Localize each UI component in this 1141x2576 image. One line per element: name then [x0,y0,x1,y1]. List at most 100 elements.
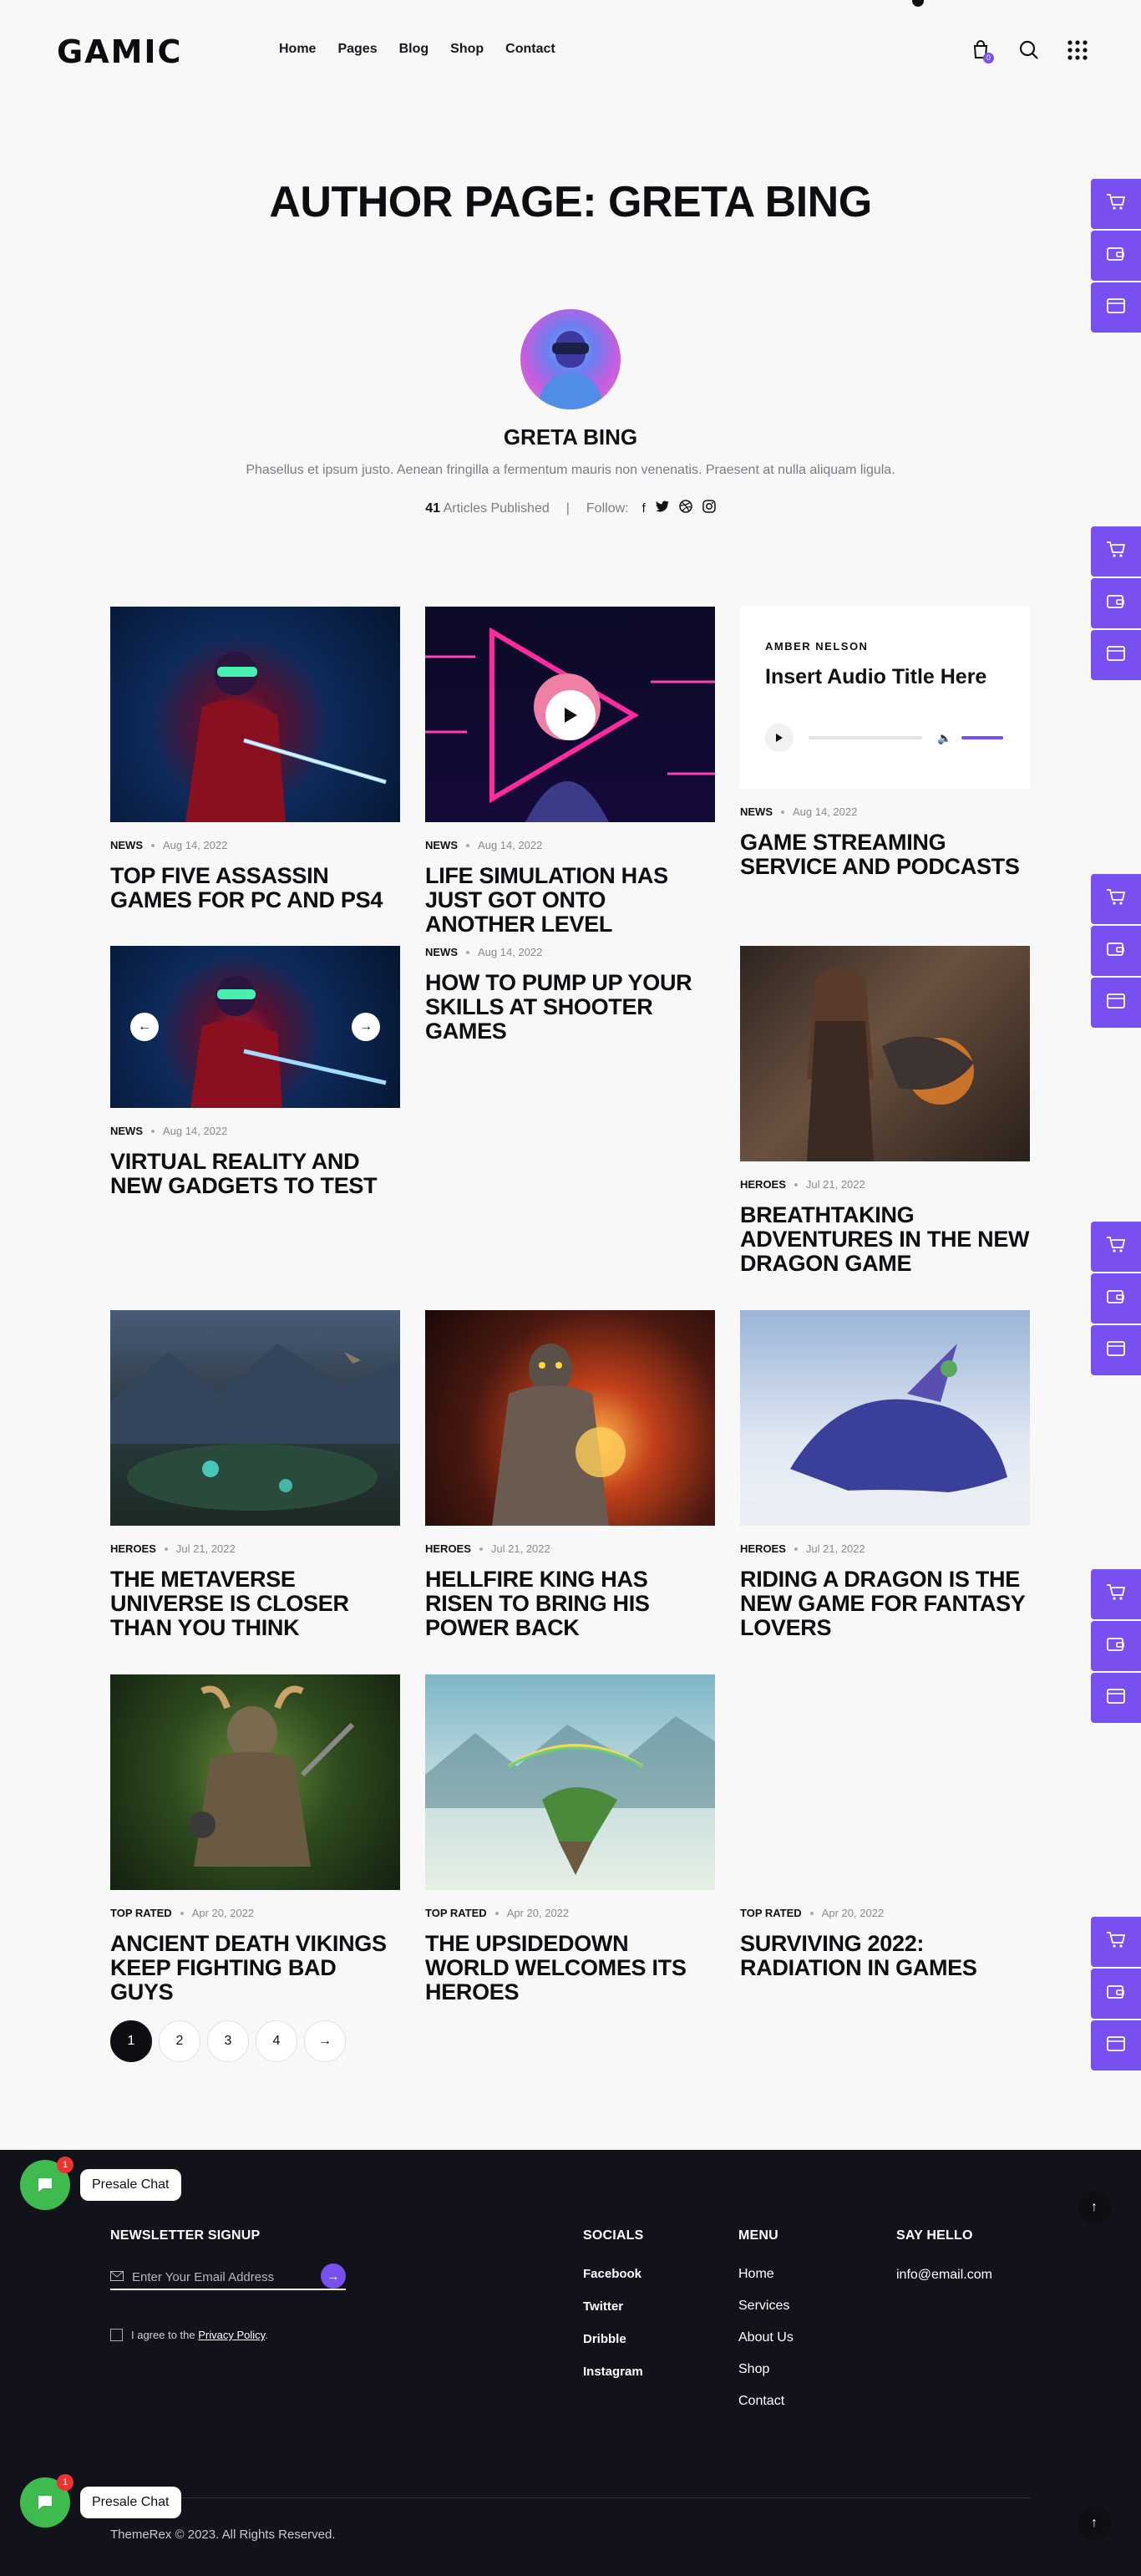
post-card[interactable]: News Aug 14, 2022 Life Simulation Has Jus… [425,607,715,937]
nav-contact[interactable]: Contact [505,42,555,57]
social-facebook-link[interactable]: Facebook [583,2267,643,2281]
nav-blog[interactable]: Blog [399,42,429,57]
post-title[interactable]: Life Simulation Has Just Got Onto Anothe… [425,864,715,937]
post-thumbnail[interactable] [110,607,400,822]
gallery-next-button[interactable]: → [352,1013,380,1041]
post-thumbnail[interactable] [740,1310,1030,1526]
side-cart-button[interactable] [1091,874,1141,924]
post-title[interactable]: Top Five Assassin Games for PC and PS4 [110,864,400,912]
post-card[interactable]: Top Rated Apr 20, 2022 The Upsidedown Wor… [425,1674,715,2004]
post-title[interactable]: Surviving 2022: Radiation in Games [740,1932,1030,1980]
side-wallet-button[interactable] [1091,1621,1141,1671]
post-category[interactable]: Heroes [110,1542,156,1555]
post-card[interactable]: Top Rated Apr 20, 2022 Surviving 2022: Ra… [740,1674,1030,1992]
post-category[interactable]: Heroes [425,1542,471,1555]
post-title[interactable]: Game Streaming Service and Podcasts [740,831,1030,879]
search-icon[interactable] [1017,38,1041,62]
privacy-checkbox[interactable] [110,2329,123,2341]
side-browser-button[interactable] [1091,630,1141,680]
volume-icon[interactable]: 🔈 [937,731,951,745]
post-thumbnail[interactable] [425,1310,715,1526]
chat-bubble-button[interactable]: 1 [20,2474,74,2528]
post-card[interactable]: Heroes Jul 21, 2022 Hellfire King Has Ris… [425,1310,715,1644]
grid-menu-icon[interactable] [1066,38,1089,62]
page-2-button[interactable]: 2 [159,2020,200,2062]
play-video-button[interactable] [545,690,596,740]
social-twitter-link[interactable]: Twitter [583,2299,643,2314]
page-1-button[interactable]: 1 [110,2020,152,2062]
side-browser-button[interactable] [1091,1325,1141,1375]
post-category[interactable]: News [425,946,458,958]
next-page-button[interactable]: → [304,2020,346,2062]
post-category[interactable]: News [110,1125,143,1137]
footer-menu-home[interactable]: Home [738,2267,794,2282]
post-card[interactable]: Heroes Jul 21, 2022 The Metaverse Univers… [110,1310,400,1644]
post-thumbnail[interactable] [740,946,1030,1161]
contact-email-link[interactable]: info@email.com [896,2268,992,2283]
back-to-top-button[interactable]: ↑ [1078,2191,1111,2224]
post-title[interactable]: Riding a Dragon Is the New Game for Fant… [740,1567,1030,1640]
chat-label[interactable]: Presale Chat [80,2169,181,2201]
post-category[interactable]: News [740,805,773,818]
post-card[interactable]: Top Rated Apr 20, 2022 Ancient Death Viki… [110,1674,400,2004]
side-wallet-button[interactable] [1091,578,1141,628]
side-wallet-button[interactable] [1091,231,1141,281]
volume-slider[interactable] [961,736,1004,739]
side-cart-button[interactable] [1091,526,1141,577]
side-browser-button[interactable] [1091,978,1141,1028]
post-card[interactable]: News Aug 14, 2022 Top Five Assassin Games… [110,607,400,924]
post-title[interactable]: Hellfire King Has Risen to Bring His Pow… [425,1567,715,1640]
post-category[interactable]: Top Rated [425,1907,487,1919]
newsletter-submit-button[interactable]: → [321,2264,346,2289]
footer-menu-shop[interactable]: Shop [738,2362,794,2377]
back-to-top-button[interactable]: ↑ [1078,2507,1111,2540]
post-gallery[interactable]: ← → [110,946,400,1108]
chat-label[interactable]: Presale Chat [80,2487,181,2518]
instagram-icon[interactable] [702,500,716,517]
audio-progress-bar[interactable] [809,736,922,739]
dribbble-icon[interactable] [679,500,692,517]
privacy-policy-link[interactable]: Privacy Policy [198,2329,265,2341]
audio-play-button[interactable] [765,724,794,752]
side-wallet-button[interactable] [1091,1969,1141,2019]
nav-pages[interactable]: Pages [337,42,377,57]
gallery-prev-button[interactable]: ← [130,1013,159,1041]
post-thumbnail[interactable] [425,1674,715,1890]
post-title[interactable]: How to Pump Up Your Skills at Shooter Ga… [425,971,715,1044]
side-cart-button[interactable] [1091,1917,1141,1967]
post-thumbnail[interactable] [425,607,715,822]
social-instagram-link[interactable]: Instagram [583,2365,643,2379]
footer-menu-about[interactable]: About Us [738,2330,794,2345]
side-browser-button[interactable] [1091,2020,1141,2070]
chat-bubble-button[interactable]: 1 [20,2157,74,2210]
side-cart-button[interactable] [1091,1569,1141,1619]
newsletter-email-field[interactable]: Enter Your Email Address → [110,2264,346,2290]
page-3-button[interactable]: 3 [207,2020,249,2062]
post-thumbnail[interactable] [110,1310,400,1526]
site-logo[interactable]: GAMIC [57,35,182,69]
post-category[interactable]: Top Rated [110,1907,172,1919]
post-category[interactable]: Top Rated [740,1907,802,1919]
side-browser-button[interactable] [1091,282,1141,333]
post-title[interactable]: Breathtaking Adventures in the New Drago… [740,1203,1030,1276]
post-card[interactable]: Heroes Jul 21, 2022 Breathtaking Adventur… [740,946,1030,1297]
side-cart-button[interactable] [1091,1222,1141,1272]
post-category[interactable]: Heroes [740,1178,786,1191]
side-wallet-button[interactable] [1091,926,1141,976]
post-card[interactable]: Heroes Jul 21, 2022 Riding a Dragon Is th… [740,1310,1030,1661]
presale-chat-widget[interactable]: 1 Presale Chat [20,2157,181,2210]
post-card[interactable]: ← → News Aug 14, 2022 Virtual Reality and… [110,946,400,1213]
social-dribbble-link[interactable]: Dribble [583,2332,643,2346]
post-card[interactable]: News Aug 14, 2022 How to Pump Up Your Ski… [425,946,715,1046]
post-title[interactable]: The Metaverse Universe Is Closer Than Yo… [110,1567,400,1640]
post-title[interactable]: Ancient Death Vikings Keep Fighting Bad … [110,1932,400,2004]
footer-menu-services[interactable]: Services [738,2299,794,2314]
cart-icon[interactable]: 0 [969,38,994,64]
post-category[interactable]: News [425,839,458,851]
side-browser-button[interactable] [1091,1673,1141,1723]
post-title[interactable]: The Upsidedown World Welcomes Its Heroes [425,1932,715,2004]
post-thumbnail[interactable] [110,1674,400,1890]
facebook-icon[interactable]: f [642,501,646,516]
nav-shop[interactable]: Shop [450,42,484,57]
side-cart-button[interactable] [1091,179,1141,229]
